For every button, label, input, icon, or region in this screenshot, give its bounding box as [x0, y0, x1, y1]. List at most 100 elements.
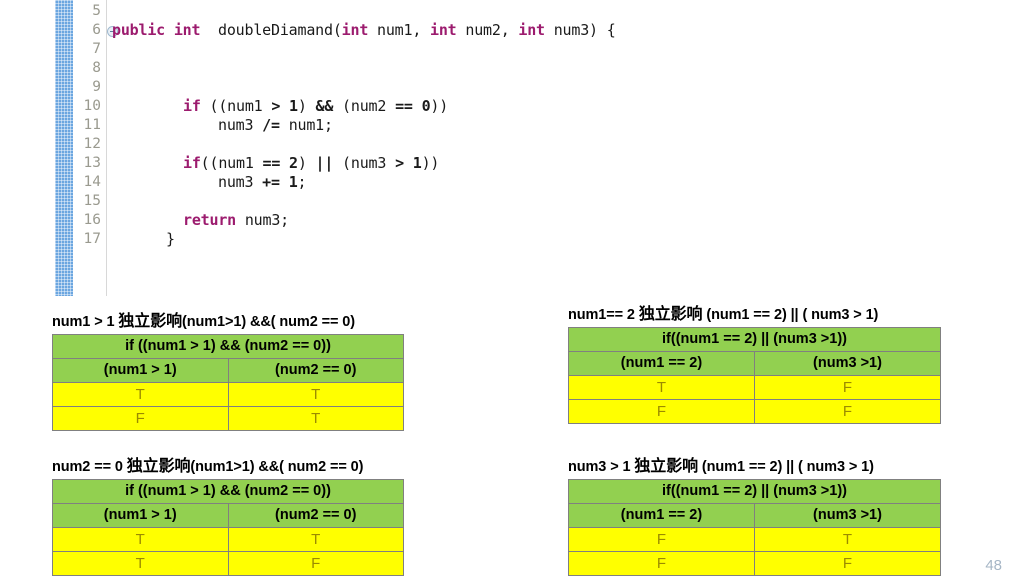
value-cell: F [754, 399, 941, 424]
code-line-10: num3 /= num1; [218, 116, 333, 134]
table-row: if ((num1 > 1) && (num2 == 0)) [52, 334, 404, 359]
caption-cjk: 独立影响 [118, 313, 182, 330]
line-number: 7 [92, 41, 101, 57]
value-cell: T [227, 527, 404, 552]
code-editor-pane: 5 6 7 8 9 10 11 12 13 14 15 16 17 public… [0, 0, 1017, 296]
line-number: 5 [92, 3, 101, 19]
table-row: if ((num1 > 1) && (num2 == 0)) [52, 479, 404, 504]
value-cell: F [52, 406, 229, 431]
value-cell: F [754, 551, 941, 576]
table-row: if((num1 == 2) || (num3 >1)) [568, 479, 941, 504]
table-row: TF [568, 375, 941, 400]
code-line-15: return num3; [183, 211, 290, 229]
keyword-public: public [112, 21, 165, 39]
column-header-cell: (num1 == 2) [568, 503, 755, 528]
line-number: 9 [92, 79, 101, 95]
value-cell: F [568, 551, 755, 576]
table-row: TT [52, 527, 404, 552]
keyword-int: int [430, 21, 457, 39]
line-number: 6 [92, 22, 101, 38]
value-cell: F [568, 399, 755, 424]
caption-suffix: (num1>1) &&( num2 == 0) [182, 314, 355, 330]
caption-prefix: num3 > 1 [568, 459, 635, 475]
truth-table: if ((num1 > 1) && (num2 == 0)) (num1 > 1… [52, 334, 404, 431]
method-name: doubleDiamand [218, 21, 333, 39]
truth-table-caption: num1== 2 独立影响 (num1 == 2) || ( num3 > 1) [568, 300, 941, 324]
truth-table: if((num1 == 2) || (num3 >1)) (num1 == 2)… [568, 327, 941, 424]
code-line-13: num3 += 1; [218, 173, 307, 191]
value-cell: F [568, 527, 755, 552]
table-row: TT [52, 382, 404, 407]
keyword-return: return [183, 211, 236, 229]
line-number: 12 [83, 136, 101, 152]
table-row: FF [568, 551, 941, 576]
column-header-cell: (num1 > 1) [52, 358, 229, 383]
condition-header-cell: if ((num1 > 1) && (num2 == 0)) [52, 334, 404, 359]
column-header-cell: (num2 == 0) [227, 503, 404, 528]
table-row: (num1 == 2) (num3 >1) [568, 503, 941, 528]
code-line-12: if((num1 == 2) || (num3 > 1)) [183, 154, 440, 172]
condition-header-cell: if((num1 == 2) || (num3 >1)) [568, 479, 941, 504]
truth-table: if ((num1 > 1) && (num2 == 0)) (num1 > 1… [52, 479, 404, 576]
value-cell: T [52, 382, 229, 407]
value-cell: F [754, 375, 941, 400]
param-num1: num1 [377, 21, 413, 39]
column-header-cell: (num3 >1) [754, 351, 941, 376]
condition-header-cell: if((num1 == 2) || (num3 >1)) [568, 327, 941, 352]
value-cell: T [227, 406, 404, 431]
caption-suffix: (num1>1) &&( num2 == 0) [190, 459, 364, 475]
truth-table-block-top-right: num1== 2 独立影响 (num1 == 2) || ( num3 > 1)… [568, 300, 941, 424]
caption-cjk: 独立影响 [634, 458, 698, 475]
keyword-int: int [173, 21, 201, 39]
truth-table-caption: num3 > 1 独立影响 (num1 == 2) || ( num3 > 1) [568, 452, 941, 476]
table-row: (num1 > 1) (num2 == 0) [52, 503, 404, 528]
table-row: FF [568, 399, 941, 424]
truth-table-caption: num1 > 1 独立影响(num1>1) &&( num2 == 0) [52, 307, 404, 331]
code-line-16: } [166, 230, 175, 248]
caption-prefix: num1 > 1 [52, 314, 119, 330]
param-num3: num3 [553, 21, 590, 39]
truth-table-block-bottom-right: num3 > 1 独立影响 (num1 == 2) || ( num3 > 1)… [568, 452, 941, 576]
truth-table-caption: num2 == 0 独立影响(num1>1) &&( num2 == 0) [52, 452, 404, 476]
caption-cjk: 独立影响 [638, 306, 703, 323]
truth-table: if((num1 == 2) || (num3 >1)) (num1 == 2)… [568, 479, 941, 576]
table-row: (num1 > 1) (num2 == 0) [52, 358, 404, 383]
truth-table-block-top-left: num1 > 1 独立影响(num1>1) &&( num2 == 0) if … [52, 307, 404, 431]
line-number: 13 [83, 155, 101, 171]
table-row: FT [568, 527, 941, 552]
code-line-9: if ((num1 > 1) && (num2 == 0)) [183, 97, 449, 115]
column-header-cell: (num2 == 0) [227, 358, 404, 383]
editor-line-number-gutter: 5 6 7 8 9 10 11 12 13 14 15 16 17 [73, 0, 107, 296]
value-cell: T [568, 375, 755, 400]
keyword-int: int [518, 21, 545, 39]
keyword-if: if [183, 154, 201, 172]
line-number: 17 [83, 231, 101, 247]
caption-cjk: 独立影响 [126, 458, 191, 475]
param-num2: num2 [465, 21, 501, 39]
value-cell: T [227, 382, 404, 407]
caption-prefix: num1== 2 [568, 307, 639, 323]
line-number: 15 [83, 193, 101, 209]
caption-suffix: (num1 == 2) || ( num3 > 1) [702, 307, 879, 323]
line-number: 11 [83, 117, 101, 133]
column-header-cell: (num1 > 1) [52, 503, 229, 528]
caption-prefix: num2 == 0 [52, 459, 127, 475]
value-cell: T [754, 527, 941, 552]
table-row: TF [52, 551, 404, 576]
table-row: FT [52, 406, 404, 431]
table-row: (num1 == 2) (num3 >1) [568, 351, 941, 376]
line-number: 14 [83, 174, 101, 190]
gutter-divider [106, 0, 107, 296]
column-header-cell: (num3 >1) [754, 503, 941, 528]
value-cell: F [227, 551, 404, 576]
condition-header-cell: if ((num1 > 1) && (num2 == 0)) [52, 479, 404, 504]
value-cell: T [52, 527, 229, 552]
code-line-6: public int doubleDiamand(int num1, int n… [112, 21, 616, 39]
keyword-int: int [341, 21, 369, 39]
table-row: if((num1 == 2) || (num3 >1)) [568, 327, 941, 352]
page-number: 48 [985, 557, 1002, 574]
line-number: 16 [83, 212, 101, 228]
keyword-if: if [183, 97, 201, 115]
line-number: 8 [92, 60, 101, 76]
caption-suffix: (num1 == 2) || ( num3 > 1) [698, 459, 874, 475]
